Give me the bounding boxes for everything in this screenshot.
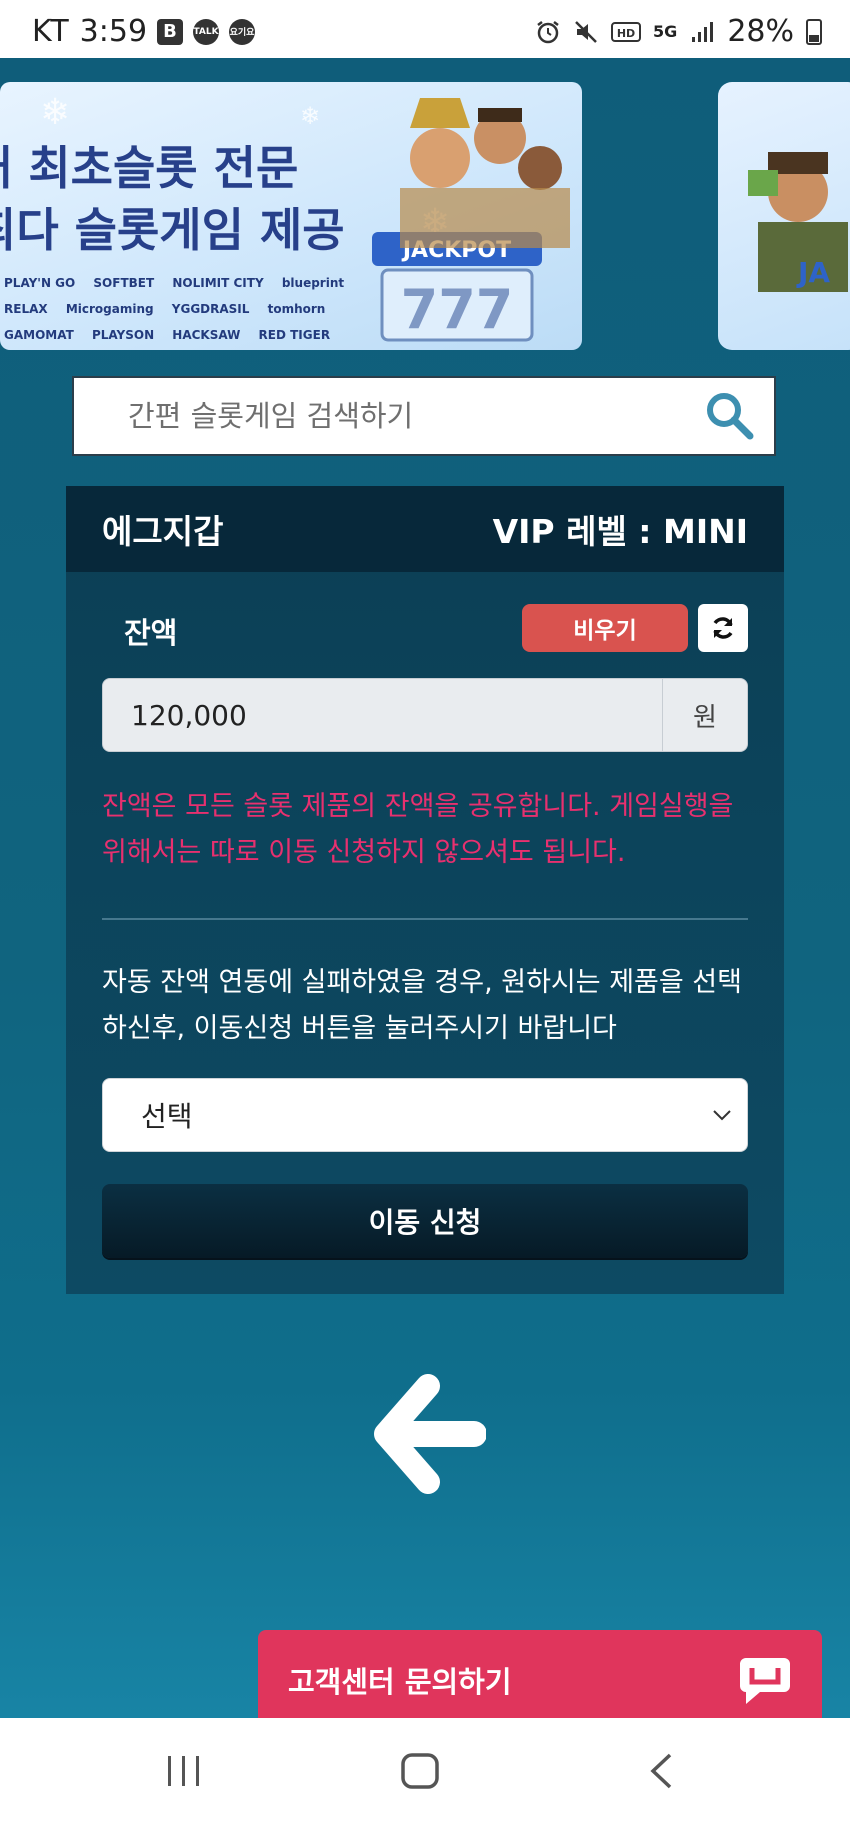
balance-label: 잔액: [124, 616, 178, 650]
product-select-value: 선택: [141, 1100, 193, 1133]
provider-logo: RELAX: [4, 302, 48, 316]
provider-logo: SOFTBET: [93, 276, 155, 290]
balance-notice: 잔액은 모든 슬롯 제품의 잔액을 공유합니다. 게임실행을 위해서는 따로 이…: [102, 791, 734, 868]
provider-logo: HACKSAW: [172, 328, 241, 342]
provider-logo: YGGDRASIL: [171, 302, 250, 316]
provider-logo: PLAY'N GO: [4, 276, 76, 290]
character-illustration: JA: [748, 152, 848, 292]
network-type: 5G: [653, 22, 678, 41]
provider-logo: blueprint: [281, 276, 345, 290]
back-icon[interactable]: [648, 1752, 674, 1790]
recent-apps-icon[interactable]: [164, 1754, 204, 1788]
provider-logo: Microgaming: [65, 302, 154, 316]
character-illustration: [400, 98, 570, 248]
search-icon[interactable]: [702, 388, 758, 444]
hd-icon: HD: [611, 21, 642, 42]
mute-icon: [575, 20, 597, 43]
system-nav-bar: [0, 1718, 850, 1823]
svg-text:JA: JA: [796, 256, 830, 289]
customer-service-label: 고객센터 문의하기: [288, 1665, 512, 1699]
kakaotalk-icon: TALK: [193, 18, 220, 45]
svg-text:HD: HD: [617, 27, 635, 40]
promo-banner-next[interactable]: JA: [718, 82, 850, 350]
snowflake-icon: ❄: [300, 102, 321, 130]
empty-balance-button[interactable]: 비우기: [522, 604, 688, 652]
customer-service-button[interactable]: 고객센터 문의하기: [258, 1630, 822, 1730]
transfer-guide-text: 자동 잔액 연동에 실패하였을 경우, 원하시는 제품을 선택하신후, 이동신청…: [102, 967, 742, 1044]
transfer-request-button[interactable]: 이동 신청: [102, 1184, 748, 1258]
balance-amount-field: 120,000: [102, 678, 663, 752]
search-input[interactable]: [74, 377, 702, 455]
carrier-label: KT: [32, 14, 70, 49]
provider-logo: GAMOMAT: [4, 328, 74, 342]
provider-logo: tomhorn: [267, 302, 326, 316]
provider-logo: NOLIMIT CITY: [172, 276, 264, 290]
home-icon[interactable]: [400, 1752, 440, 1790]
battery-percent: 28%: [727, 14, 794, 49]
chevron-down-icon: [713, 1110, 731, 1121]
svg-text:777: 777: [401, 278, 514, 341]
banner-headline-1: 내 최초슬롯 전문: [0, 141, 299, 195]
wallet-header: 에그지갑 VIP 레벨 : MINI: [66, 486, 784, 572]
b-app-icon: B: [157, 18, 184, 45]
alarm-icon: [537, 20, 559, 43]
vip-level: VIP 레벨 : MINI: [492, 512, 748, 551]
status-bar-left: KT 3:59 B TALK 요기요: [32, 14, 256, 49]
jackpot-777-graphic: JACKPOT 777: [372, 232, 542, 342]
signal-icon: [692, 21, 714, 42]
battery-icon: [806, 18, 822, 45]
currency-unit: 원: [663, 678, 748, 752]
status-bar-right: HD 5G 28%: [535, 14, 822, 49]
promo-banner[interactable]: ❄ ❄ ❄ 내 최초슬롯 전문 최다 슬롯게임 제공 PLAY'N GO SOF…: [0, 82, 582, 350]
refresh-button[interactable]: [698, 604, 748, 652]
wallet-panel: 에그지갑 VIP 레벨 : MINI 잔액 비우기 120,000 원 잔액은 …: [66, 486, 784, 1294]
clock: 3:59: [79, 14, 148, 49]
product-select[interactable]: 선택: [102, 1078, 748, 1152]
provider-logo: RED TIGER: [258, 328, 331, 342]
snowflake-icon: ❄: [40, 92, 71, 133]
yogiyo-icon: 요기요: [229, 18, 256, 45]
balance-amount-group: 120,000 원: [102, 678, 748, 752]
divider: [102, 918, 748, 920]
provider-logo: PLAYSON: [91, 328, 155, 342]
refresh-icon: [713, 617, 733, 639]
wallet-title: 에그지갑: [102, 512, 224, 551]
status-bar: KT 3:59 B TALK 요기요 HD 5G 28%: [0, 0, 850, 58]
banner-headline-2: 최다 슬롯게임 제공: [0, 203, 345, 257]
provider-logos: PLAY'N GO SOFTBET NOLIMIT CITY blueprint…: [4, 270, 384, 348]
game-search-box: [72, 376, 776, 456]
chat-bubble-icon: [740, 1658, 790, 1704]
balance-row: 잔액 비우기: [66, 604, 784, 654]
back-arrow-icon[interactable]: [370, 1374, 486, 1494]
